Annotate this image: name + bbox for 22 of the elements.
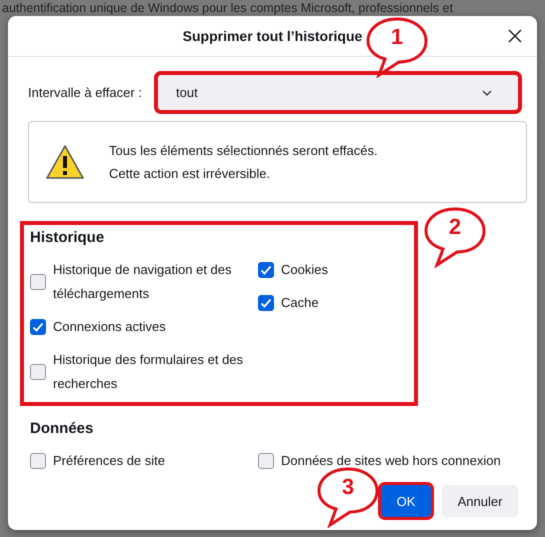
range-label: Intervalle à effacer : — [28, 85, 143, 100]
callout-bubble: 2 — [423, 206, 487, 268]
checkbox-option[interactable]: Historique des formulaires et des recherches — [30, 348, 258, 396]
checkbox-option[interactable]: Connexions actives — [30, 315, 258, 339]
caret-icon — [482, 90, 492, 96]
warning-text: Cette action est irréversible. — [109, 166, 272, 181]
section-heading: Données — [30, 420, 94, 437]
callout-bubble: 3 — [316, 466, 380, 528]
checkbox-option[interactable]: Historique de navigation et des téléchargements — [30, 258, 258, 306]
background-text: authentification unique de Windows pour les comptes Microsoft, professionnels et — [1, 1, 453, 15]
checkbox-option[interactable]: Préférences de site — [30, 449, 258, 473]
warning-icon — [45, 144, 85, 180]
close-icon[interactable] — [508, 29, 522, 43]
checkbox-option[interactable]: Cookies — [258, 258, 328, 282]
cancel-button[interactable]: Annuler — [442, 485, 518, 517]
dialog-title: Supprimer tout l’historique — [182, 28, 362, 44]
checkbox-option[interactable]: Cache — [258, 291, 328, 315]
callout-bubble: 1 — [365, 16, 429, 78]
warning-text: Tous les éléments sélectionnés seront effacés. — [109, 143, 378, 158]
ok-button[interactable]: OK — [381, 485, 431, 517]
range-dropdown[interactable]: tout — [158, 75, 518, 110]
section-heading: Historique — [30, 229, 104, 246]
